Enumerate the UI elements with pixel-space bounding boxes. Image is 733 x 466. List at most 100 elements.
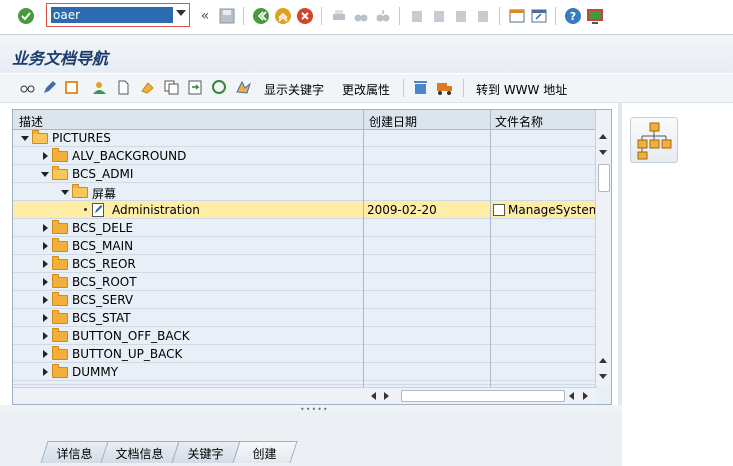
expand-node-icon[interactable] (43, 278, 48, 286)
expand-node-icon[interactable] (43, 314, 48, 322)
last-page-icon[interactable] (474, 7, 492, 25)
folder-icon (52, 256, 68, 270)
vertical-scrollbar[interactable] (595, 110, 611, 387)
tree-document-row[interactable]: Administration 2009-02-20 ManageSystem.g (13, 201, 597, 219)
tree-folder-row[interactable]: BCS_STAT (13, 309, 597, 327)
command-field[interactable] (51, 7, 173, 23)
scroll-down-icon[interactable] (599, 150, 607, 155)
user-icon[interactable] (91, 79, 108, 96)
scroll-up-icon[interactable] (599, 134, 607, 139)
export-icon[interactable] (187, 79, 204, 96)
help-icon[interactable]: ? (564, 7, 582, 25)
scroll-left-icon[interactable] (371, 392, 376, 400)
tab-create[interactable]: 创建 (232, 441, 298, 463)
expand-node-icon[interactable] (43, 242, 48, 250)
collapse-node-icon[interactable] (61, 190, 69, 195)
expand-node-icon[interactable] (43, 368, 48, 376)
glasses-icon[interactable] (19, 79, 36, 96)
tree-folder-row[interactable]: PICTURES (13, 129, 597, 147)
horizontal-scrollbar[interactable] (13, 387, 597, 404)
tree-folder-row[interactable]: BUTTON_OFF_BACK (13, 327, 597, 345)
tree-node-label[interactable]: BUTTON_OFF_BACK (72, 329, 190, 343)
tree-folder-row[interactable]: ALV_BACKGROUND (13, 147, 597, 165)
expand-node-icon[interactable] (43, 224, 48, 232)
exit-icon[interactable] (274, 7, 292, 25)
tree-folder-row[interactable]: BCS_ROOT (13, 273, 597, 291)
cancel-icon[interactable] (296, 7, 314, 25)
tree-node-label[interactable]: BCS_REOR (72, 257, 136, 271)
shortcut-icon[interactable] (530, 7, 548, 25)
copy-icon[interactable] (163, 79, 180, 96)
vertical-scroll-thumb[interactable] (598, 164, 610, 192)
tree-node-label[interactable]: BCS_SERV (72, 293, 133, 307)
keyword-icon[interactable] (235, 79, 252, 96)
hierarchy-button[interactable] (630, 117, 678, 163)
print-icon[interactable] (330, 7, 348, 25)
collapse-node-icon[interactable] (21, 136, 29, 141)
prev-page-icon[interactable] (430, 7, 448, 25)
column-header-description[interactable]: 描述 (19, 113, 43, 130)
change-properties-button[interactable]: 更改属性 (342, 81, 390, 98)
save-icon[interactable] (218, 7, 236, 25)
tab-document-info[interactable]: 文档信息 (100, 441, 180, 463)
tree-node-label[interactable]: ALV_BACKGROUND (72, 149, 186, 163)
find-icon[interactable] (352, 7, 370, 25)
tree-node-label[interactable]: BCS_STAT (72, 311, 131, 325)
tree-node-label[interactable]: BCS_MAIN (72, 239, 133, 253)
command-dropdown-icon[interactable] (176, 10, 186, 16)
collapse-node-icon[interactable] (41, 172, 49, 177)
tree-folder-row[interactable]: BCS_REOR (13, 255, 597, 273)
tree-folder-row[interactable]: DUMMY (13, 363, 597, 381)
expand-node-icon[interactable] (43, 260, 48, 268)
edit-document-icon[interactable] (63, 79, 80, 96)
show-keywords-button[interactable]: 显示关键字 (264, 81, 324, 98)
enter-check-icon[interactable] (17, 7, 35, 25)
transport-icon[interactable] (436, 79, 453, 96)
column-header-created-date[interactable]: 创建日期 (369, 113, 417, 130)
create-session-icon[interactable] (508, 7, 526, 25)
scroll-down-icon[interactable] (599, 374, 607, 379)
next-page-icon[interactable] (452, 7, 470, 25)
tree-node-label[interactable]: BCS_DELE (72, 221, 133, 235)
pencil-icon[interactable] (41, 79, 58, 96)
refresh-icon[interactable] (211, 79, 228, 96)
tree-folder-row[interactable]: BUTTON_UP_BACK (13, 345, 597, 363)
file-checkbox[interactable] (493, 204, 505, 216)
horizontal-scroll-thumb[interactable] (401, 390, 565, 402)
delete-icon[interactable] (412, 79, 429, 96)
back-icon[interactable] (252, 7, 270, 25)
column-header-file-name[interactable]: 文件名称 (495, 113, 543, 130)
attach-icon[interactable] (139, 79, 156, 96)
tree-folder-row[interactable]: 屏幕 (13, 183, 597, 201)
folder-icon (52, 238, 68, 252)
tree-folder-row[interactable]: BCS_SERV (13, 291, 597, 309)
customize-layout-icon[interactable] (586, 7, 604, 25)
expand-node-icon[interactable] (43, 152, 48, 160)
scroll-up-icon[interactable] (599, 358, 607, 363)
scroll-right-icon[interactable] (583, 392, 588, 400)
tree-folder-row[interactable]: BCS_ADMI (13, 165, 597, 183)
tree-folder-row[interactable]: BCS_MAIN (13, 237, 597, 255)
tree-node-label[interactable]: PICTURES (52, 131, 111, 145)
tree-node-label[interactable]: BCS_ROOT (72, 275, 137, 289)
new-document-icon[interactable] (115, 79, 132, 96)
tree-node-label[interactable]: Administration (112, 203, 200, 217)
tree-node-label[interactable]: DUMMY (72, 365, 118, 379)
first-page-icon[interactable] (408, 7, 426, 25)
expand-node-icon[interactable] (43, 350, 48, 358)
find-next-icon[interactable] (374, 7, 392, 25)
svg-text:?: ? (570, 10, 576, 23)
scroll-left-icon[interactable] (569, 392, 574, 400)
folder-icon (52, 274, 68, 288)
tab-keywords[interactable]: 关键字 (171, 441, 241, 463)
scroll-right-icon[interactable] (384, 392, 389, 400)
tree-folder-row[interactable]: BCS_DELE (13, 219, 597, 237)
goto-www-button[interactable]: 转到 WWW 地址 (476, 81, 567, 98)
tab-details[interactable]: 详信息 (40, 441, 110, 463)
collapse-icon[interactable]: « (196, 7, 214, 25)
tree-node-label[interactable]: 屏幕 (92, 185, 116, 202)
tree-node-label[interactable]: BCS_ADMI (72, 167, 133, 181)
expand-node-icon[interactable] (43, 296, 48, 304)
expand-node-icon[interactable] (43, 332, 48, 340)
tree-node-label[interactable]: BUTTON_UP_BACK (72, 347, 182, 361)
